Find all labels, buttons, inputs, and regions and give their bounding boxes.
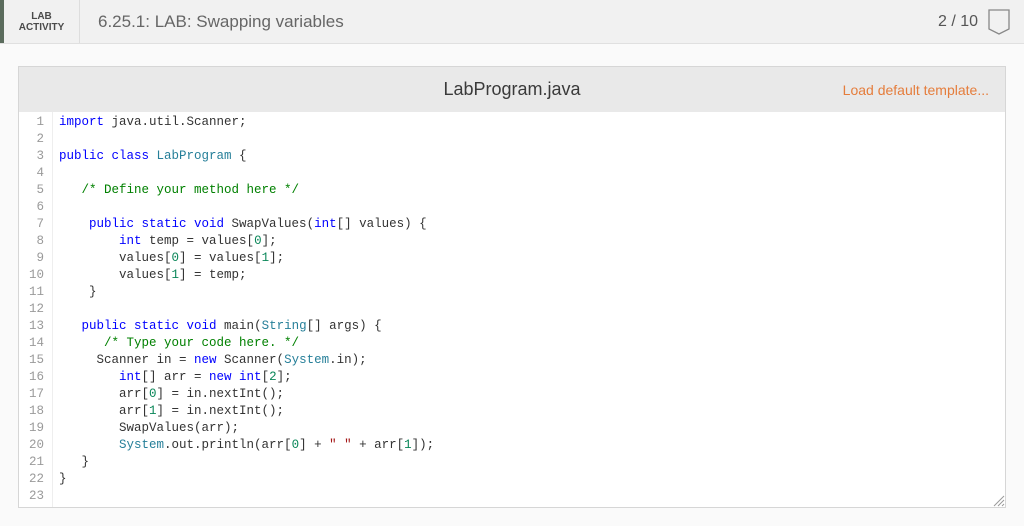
code-line[interactable] xyxy=(59,165,434,182)
pocket-icon xyxy=(988,9,1010,35)
code-line[interactable] xyxy=(59,199,434,216)
line-number-gutter: 1234567891011121314151617181920212223 xyxy=(19,112,53,507)
line-number: 11 xyxy=(23,284,44,301)
code-line[interactable]: } xyxy=(59,284,434,301)
code-lines[interactable]: import java.util.Scanner; public class L… xyxy=(53,112,434,507)
line-number: 18 xyxy=(23,403,44,420)
code-line[interactable]: } xyxy=(59,454,434,471)
code-line[interactable]: int[] arr = new int[2]; xyxy=(59,369,434,386)
line-number: 6 xyxy=(23,199,44,216)
code-line[interactable]: values[0] = values[1]; xyxy=(59,250,434,267)
line-number: 20 xyxy=(23,437,44,454)
line-number: 4 xyxy=(23,165,44,182)
line-number: 17 xyxy=(23,386,44,403)
code-line[interactable]: /* Define your method here */ xyxy=(59,182,434,199)
line-number: 16 xyxy=(23,369,44,386)
load-default-template-link[interactable]: Load default template... xyxy=(843,82,989,98)
code-line[interactable]: arr[0] = in.nextInt(); xyxy=(59,386,434,403)
line-number: 12 xyxy=(23,301,44,318)
code-line[interactable]: System.out.println(arr[0] + " " + arr[1]… xyxy=(59,437,434,454)
lab-title: 6.25.1: LAB: Swapping variables xyxy=(80,0,924,43)
score-block: 2 / 10 xyxy=(924,0,1024,43)
code-line[interactable]: /* Type your code here. */ xyxy=(59,335,434,352)
line-number: 9 xyxy=(23,250,44,267)
code-line[interactable]: int temp = values[0]; xyxy=(59,233,434,250)
line-number: 10 xyxy=(23,267,44,284)
lab-label-line1: LAB xyxy=(31,11,52,22)
lab-activity-tab: LAB ACTIVITY xyxy=(0,0,80,43)
line-number: 21 xyxy=(23,454,44,471)
code-line[interactable] xyxy=(59,131,434,148)
code-line[interactable] xyxy=(59,301,434,318)
code-line[interactable]: values[1] = temp; xyxy=(59,267,434,284)
lab-label-line2: ACTIVITY xyxy=(19,22,65,33)
line-number: 7 xyxy=(23,216,44,233)
line-number: 19 xyxy=(23,420,44,437)
score-text: 2 / 10 xyxy=(938,13,978,31)
line-number: 8 xyxy=(23,233,44,250)
content-wrap: LabProgram.java Load default template...… xyxy=(0,44,1024,518)
resize-handle[interactable] xyxy=(991,493,1005,507)
line-number: 23 xyxy=(23,488,44,505)
code-line[interactable] xyxy=(59,488,434,505)
file-header-bar: LabProgram.java Load default template... xyxy=(18,66,1006,112)
code-editor[interactable]: 1234567891011121314151617181920212223 im… xyxy=(18,112,1006,508)
line-number: 22 xyxy=(23,471,44,488)
code-line[interactable]: import java.util.Scanner; xyxy=(59,114,434,131)
code-line[interactable]: Scanner in = new Scanner(System.in); xyxy=(59,352,434,369)
line-number: 15 xyxy=(23,352,44,369)
code-line[interactable]: public static void SwapValues(int[] valu… xyxy=(59,216,434,233)
code-line[interactable]: public static void main(String[] args) { xyxy=(59,318,434,335)
code-line[interactable]: arr[1] = in.nextInt(); xyxy=(59,403,434,420)
line-number: 1 xyxy=(23,114,44,131)
line-number: 3 xyxy=(23,148,44,165)
lab-header: LAB ACTIVITY 6.25.1: LAB: Swapping varia… xyxy=(0,0,1024,44)
code-line[interactable]: SwapValues(arr); xyxy=(59,420,434,437)
line-number: 13 xyxy=(23,318,44,335)
line-number: 5 xyxy=(23,182,44,199)
code-line[interactable]: public class LabProgram { xyxy=(59,148,434,165)
line-number: 2 xyxy=(23,131,44,148)
line-number: 14 xyxy=(23,335,44,352)
code-line[interactable]: } xyxy=(59,471,434,488)
